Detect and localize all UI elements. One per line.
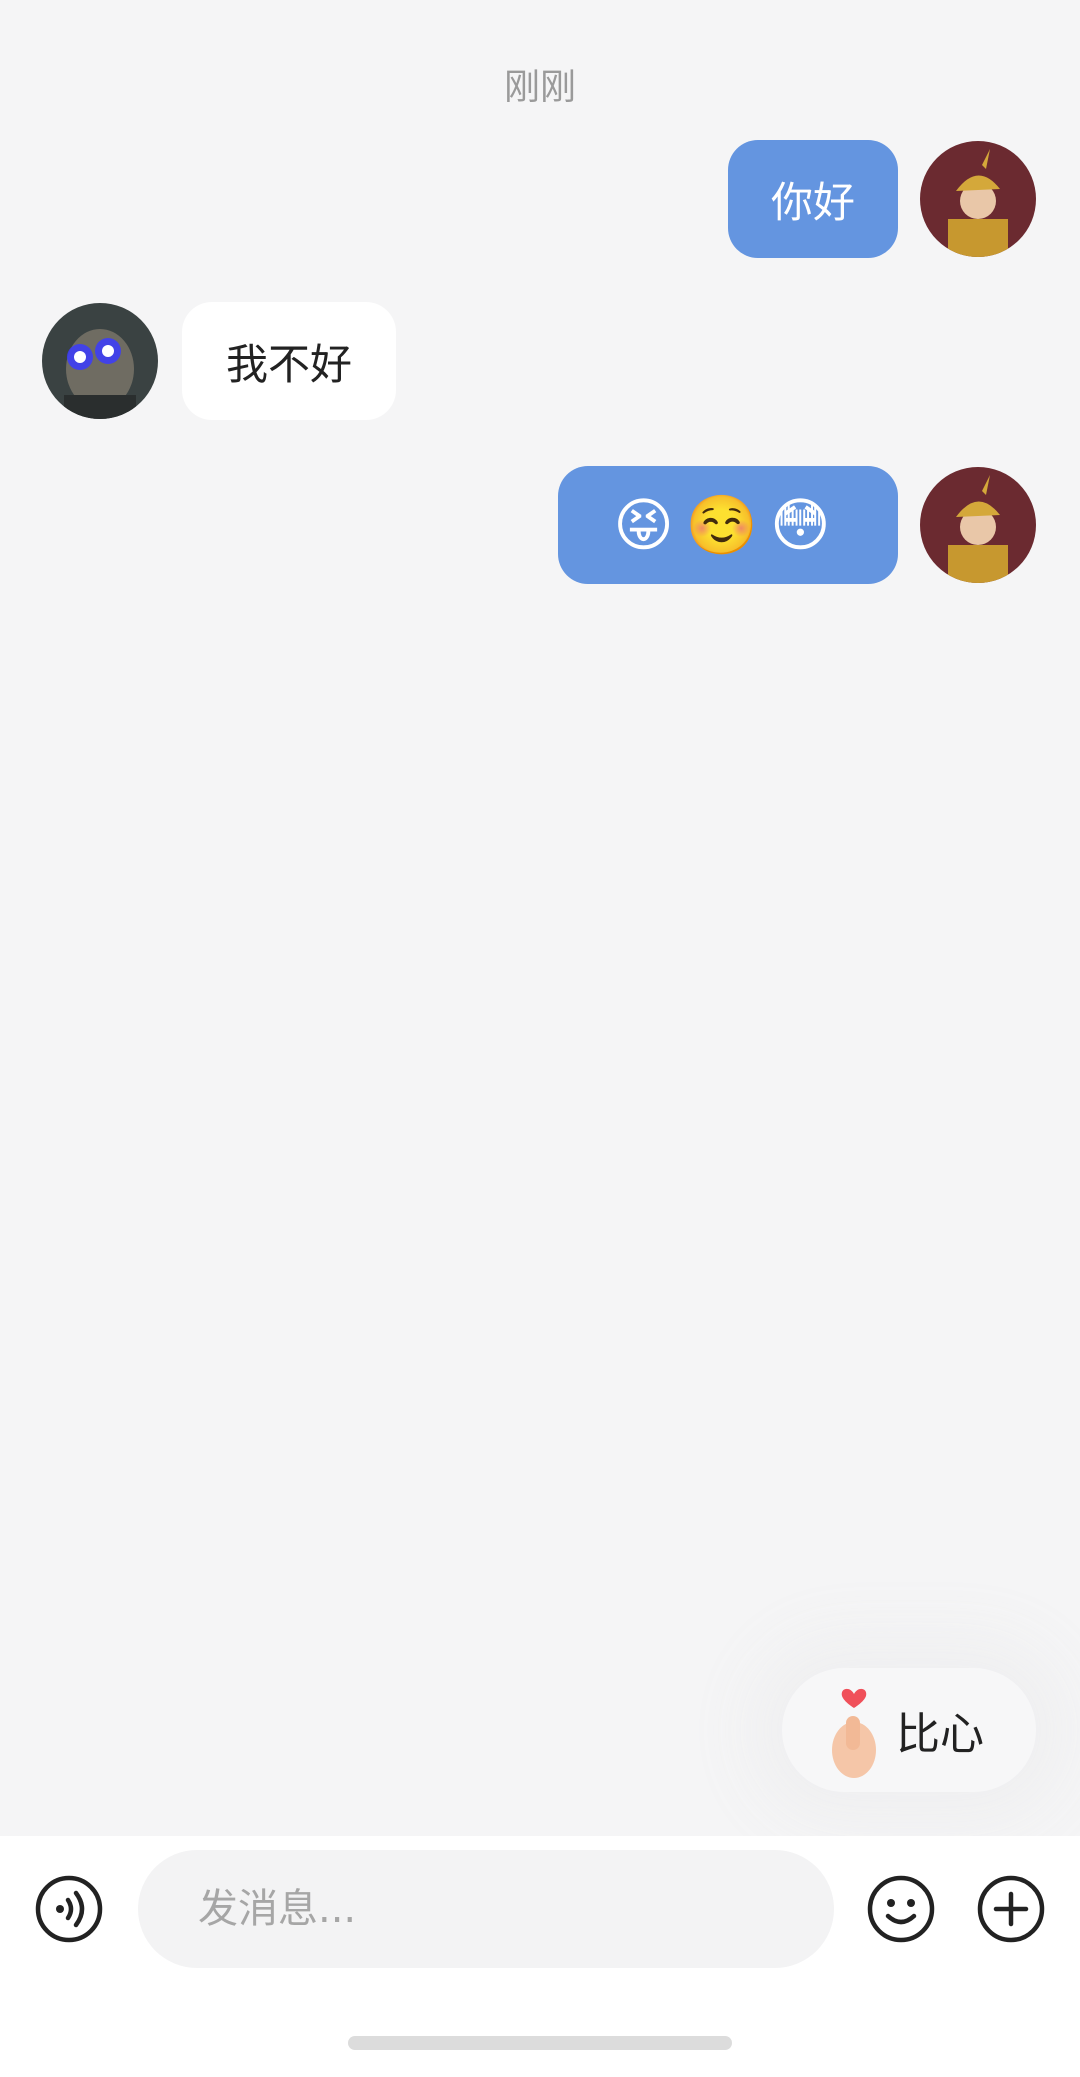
- message-input-bar: [0, 1836, 1080, 2077]
- emoji-button[interactable]: [866, 1874, 936, 1944]
- finger-heart-icon: [832, 1688, 876, 1778]
- message-bubble-outgoing[interactable]: 你好: [728, 140, 898, 258]
- message-row-incoming: 我不好: [42, 302, 396, 420]
- voice-icon: [35, 1875, 103, 1943]
- my-avatar[interactable]: [920, 467, 1036, 583]
- quick-reaction-label: 比心: [896, 1709, 984, 1760]
- add-button[interactable]: [976, 1874, 1046, 1944]
- contact-avatar[interactable]: [42, 303, 158, 419]
- home-indicator[interactable]: [348, 2036, 732, 2050]
- quick-reaction-button[interactable]: 比心: [782, 1668, 1036, 1792]
- message-row-outgoing: 你好: [728, 140, 1036, 258]
- plus-circle-icon: [977, 1875, 1045, 1943]
- message-bubble-outgoing[interactable]: 😝☺️😳: [558, 466, 898, 584]
- message-emoji-text: 😝☺️😳: [613, 490, 843, 559]
- my-avatar[interactable]: [920, 141, 1036, 257]
- message-input[interactable]: [138, 1850, 834, 1968]
- message-text: 你好: [770, 177, 855, 227]
- voice-button[interactable]: [34, 1874, 104, 1944]
- message-text: 我不好: [225, 339, 352, 389]
- message-row-outgoing: 😝☺️😳: [558, 466, 1036, 584]
- emoji-icon: [867, 1875, 935, 1943]
- message-bubble-incoming[interactable]: 我不好: [182, 302, 396, 420]
- chat-timestamp: 刚刚: [503, 67, 576, 108]
